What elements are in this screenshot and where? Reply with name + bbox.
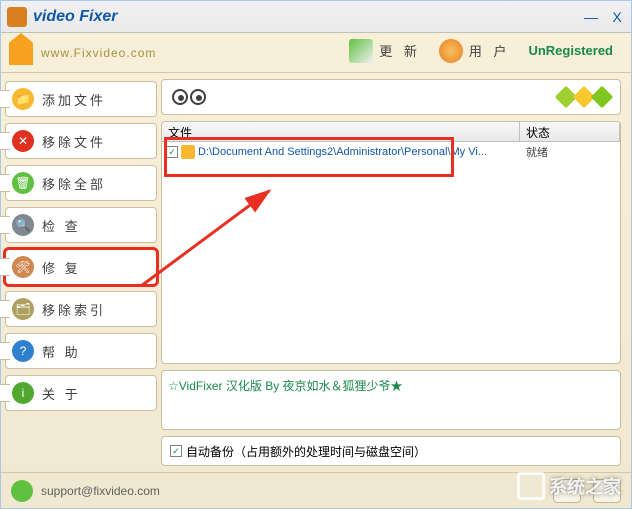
trash-icon: 🗑 <box>12 172 34 194</box>
main-panel: 文件 状态 ✓ D:\Document And Settings2\Admini… <box>161 73 631 472</box>
minimize-button[interactable]: — <box>583 9 599 25</box>
list-header: 文件 状态 <box>162 122 620 142</box>
support-email[interactable]: support@fixvideo.com <box>41 484 160 498</box>
add-file-button[interactable]: 📁添加文件 <box>5 81 157 117</box>
remove-file-button[interactable]: ✕移除文件 <box>5 123 157 159</box>
remove-all-button[interactable]: 🗑移除全部 <box>5 165 157 201</box>
folder-open-icon: 📁 <box>12 88 34 110</box>
col-status-header[interactable]: 状态 <box>520 122 620 141</box>
row-checkbox[interactable]: ✓ <box>166 146 178 158</box>
user-button[interactable]: 用 户 <box>439 39 511 63</box>
website-url[interactable]: www.Fixvideo.com <box>41 46 156 60</box>
index-icon: 🗂 <box>12 298 34 320</box>
list-row[interactable]: ✓ D:\Document And Settings2\Administrato… <box>162 142 620 162</box>
fix-button[interactable]: 🛠修 复 <box>5 249 157 285</box>
footer-button-2[interactable] <box>593 479 621 503</box>
update-label: 更 新 <box>379 41 421 60</box>
user-icon <box>439 39 463 63</box>
status-bar <box>161 79 621 115</box>
fix-icon: 🛠 <box>12 256 34 278</box>
backup-label: 自动备份（占用额外的处理时间与磁盘空间） <box>186 443 426 460</box>
info-panel: ☆VidFixer 汉化版 By 夜京如水＆狐狸少爷★ <box>161 370 621 430</box>
footer-button-1[interactable] <box>553 479 581 503</box>
backup-option[interactable]: ✓ 自动备份（占用额外的处理时间与磁盘空间） <box>161 436 621 466</box>
col-file-header[interactable]: 文件 <box>162 122 520 141</box>
remove-index-button[interactable]: 🗂移除索引 <box>5 291 157 327</box>
logo-hex-icon <box>558 89 610 105</box>
mail-icon[interactable] <box>11 480 33 502</box>
remove-x-icon: ✕ <box>12 130 34 152</box>
app-title: video Fixer <box>33 8 583 26</box>
video-file-icon <box>181 145 195 159</box>
help-icon: ? <box>12 340 34 362</box>
home-icon[interactable] <box>9 41 33 65</box>
footer: support@fixvideo.com <box>1 472 631 508</box>
check-button[interactable]: 🔍检 查 <box>5 207 157 243</box>
topbar: www.Fixvideo.com 更 新 用 户 UnRegistered <box>1 33 631 73</box>
calendar-refresh-icon <box>349 39 373 63</box>
file-path: D:\Document And Settings2\Administrator\… <box>198 146 487 158</box>
user-label: 用 户 <box>469 41 511 60</box>
sidebar: 📁添加文件 ✕移除文件 🗑移除全部 🔍检 查 🛠修 复 🗂移除索引 ?帮 助 i… <box>1 73 161 472</box>
file-list: 文件 状态 ✓ D:\Document And Settings2\Admini… <box>161 121 621 364</box>
registration-status[interactable]: UnRegistered <box>528 43 613 58</box>
help-button[interactable]: ?帮 助 <box>5 333 157 369</box>
file-status: 就绪 <box>520 144 620 160</box>
app-icon <box>7 7 27 27</box>
titlebar: video Fixer — X <box>1 1 631 33</box>
magnify-icon: 🔍 <box>12 214 34 236</box>
eye-icon <box>172 89 188 105</box>
close-button[interactable]: X <box>609 9 625 25</box>
eye-icon <box>190 89 206 105</box>
about-button[interactable]: i关 于 <box>5 375 157 411</box>
backup-checkbox[interactable]: ✓ <box>170 445 182 457</box>
info-icon: i <box>12 382 34 404</box>
update-button[interactable]: 更 新 <box>349 39 421 63</box>
